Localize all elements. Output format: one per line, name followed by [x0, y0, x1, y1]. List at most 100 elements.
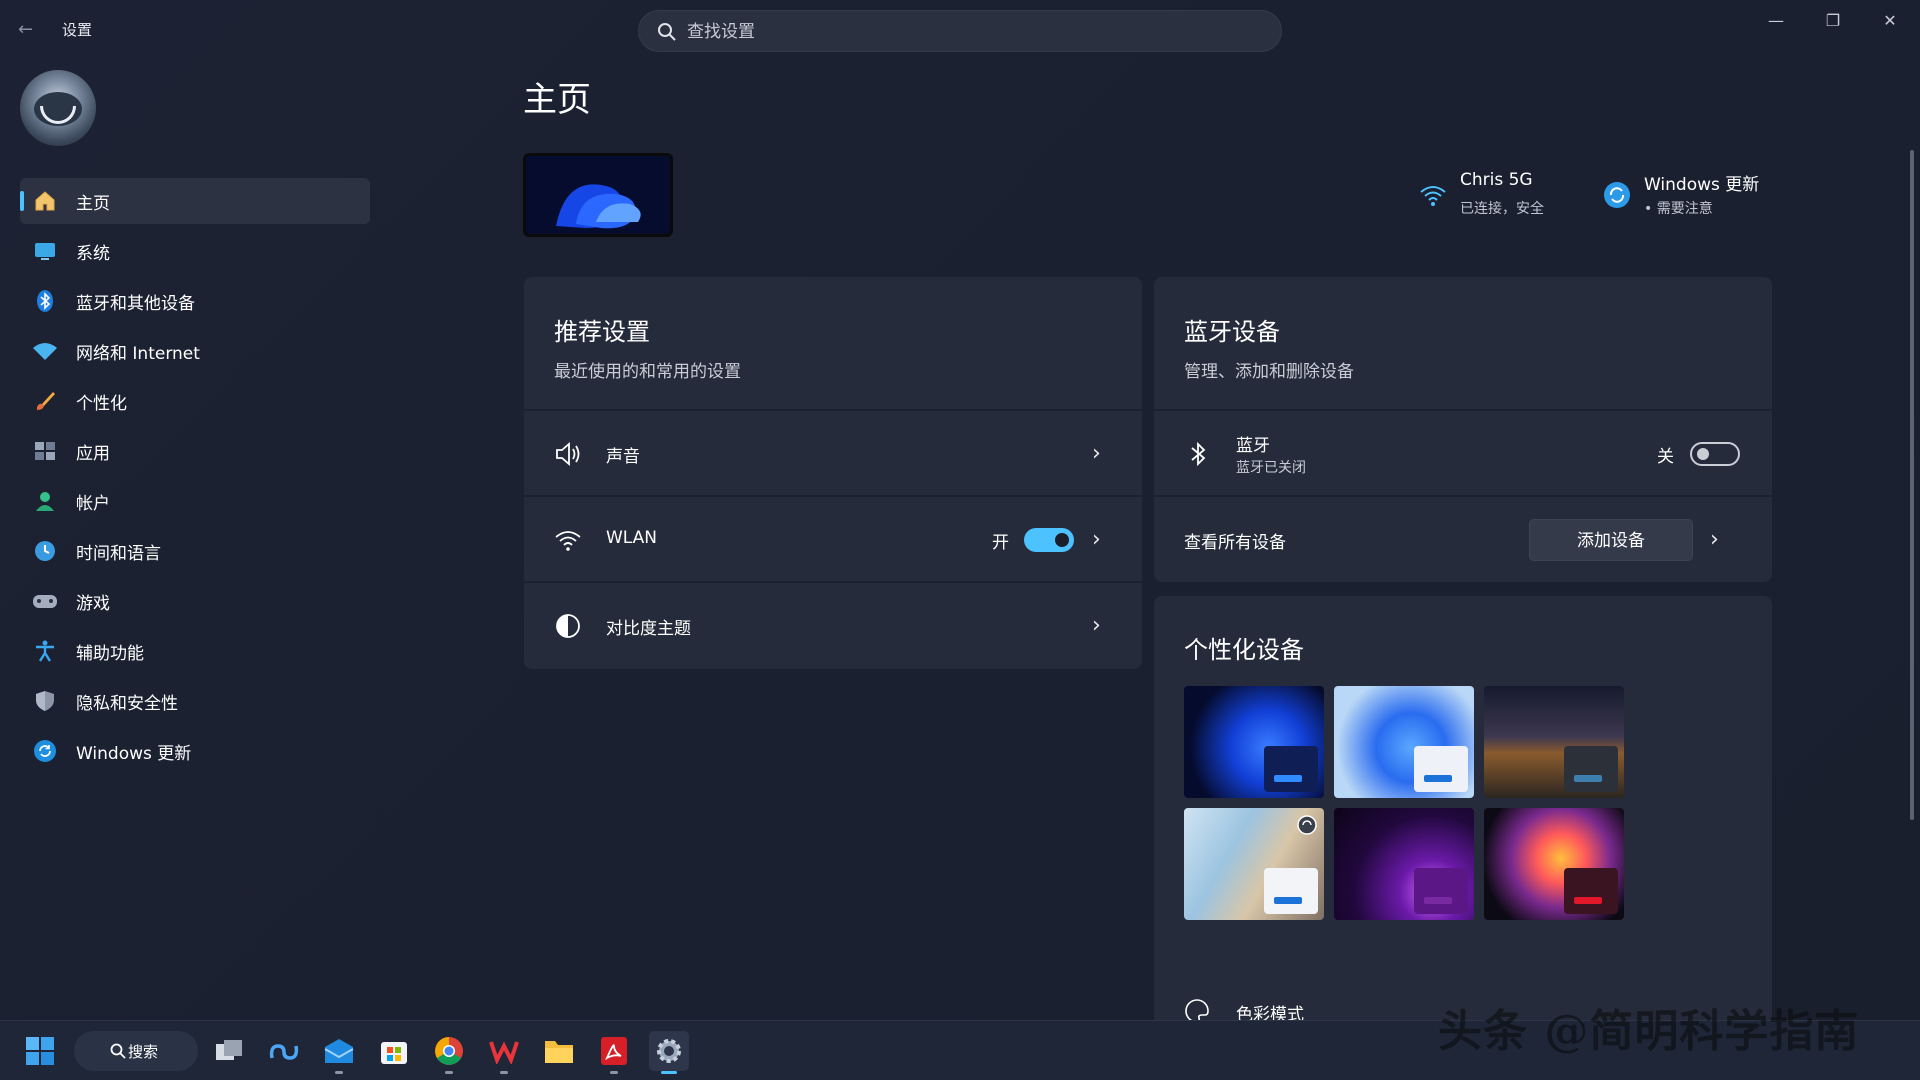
sidebar-item-label: 主页: [76, 193, 110, 214]
copilot-icon: [269, 1044, 299, 1060]
chevron-right-icon[interactable]: ›: [1710, 528, 1730, 552]
theme-light-bloom[interactable]: [1334, 686, 1474, 798]
sidebar-item-bluetooth[interactable]: 蓝牙和其他设备: [20, 278, 370, 324]
close-button[interactable]: ✕: [1870, 8, 1910, 34]
theme-glow[interactable]: [1334, 808, 1474, 920]
row-label: WLAN: [606, 528, 658, 548]
accessibility-icon: [32, 638, 58, 664]
sound-row[interactable]: 声音 ›: [524, 409, 1142, 495]
view-all-devices-link[interactable]: 查看所有设备: [1184, 528, 1286, 553]
mail-icon: [324, 1039, 354, 1063]
sidebar-item-label: Windows 更新: [76, 743, 192, 764]
card-title: 推荐设置: [554, 318, 650, 346]
view-all-devices-row[interactable]: 查看所有设备 添加设备 ›: [1154, 495, 1772, 581]
wifi-network-name: Chris 5G: [1460, 170, 1533, 190]
chrome-icon: [435, 1037, 463, 1065]
app-title: 设置: [62, 21, 93, 39]
theme-preview-window: [1414, 868, 1468, 914]
toggle-knob: [1697, 448, 1709, 460]
bluetooth-row[interactable]: 蓝牙 蓝牙已关闭 关: [1154, 409, 1772, 495]
taskbar-search[interactable]: 搜索: [74, 1031, 198, 1071]
theme-accent-bar: [1274, 775, 1302, 782]
chrome-button[interactable]: [429, 1031, 469, 1074]
sidebar-item-label: 时间和语言: [76, 543, 161, 564]
sidebar-item-accounts[interactable]: 帐户: [20, 478, 370, 524]
task-view-icon: [216, 1040, 242, 1060]
theme-dark-bloom[interactable]: [1184, 686, 1324, 798]
mail-button[interactable]: [319, 1031, 359, 1074]
sidebar-item-accessibility[interactable]: 辅助功能: [20, 628, 370, 674]
sidebar-item-network[interactable]: 网络和 Internet: [20, 328, 370, 374]
wps-icon: [489, 1041, 519, 1064]
add-device-button[interactable]: 添加设备: [1529, 519, 1693, 561]
slideshow-icon: [1297, 815, 1317, 835]
sidebar-item-label: 帐户: [76, 493, 110, 514]
active-indicator: [661, 1071, 677, 1074]
start-button[interactable]: [20, 1031, 60, 1071]
sidebar-item-personalization[interactable]: 个性化: [20, 378, 370, 424]
sidebar-item-label: 系统: [76, 243, 110, 264]
theme-preview-window: [1264, 746, 1318, 792]
card-title: 个性化设备: [1184, 636, 1304, 664]
update-icon: [32, 738, 58, 764]
sidebar-item-privacy[interactable]: 隐私和安全性: [20, 678, 370, 724]
search-input[interactable]: [687, 17, 1247, 47]
back-button[interactable]: ←: [18, 18, 42, 42]
contrast-theme-row[interactable]: 对比度主题 ›: [524, 581, 1142, 667]
theme-night-sky[interactable]: [1484, 686, 1624, 798]
copilot-button[interactable]: [264, 1031, 304, 1071]
theme-accent-bar: [1574, 897, 1602, 904]
card-subtitle: 最近使用的和常用的设置: [554, 362, 741, 382]
sidebar-item-label: 隐私和安全性: [76, 693, 178, 714]
sidebar-item-gaming[interactable]: 游戏: [20, 578, 370, 624]
apps-icon: [32, 438, 58, 464]
theme-preview-window: [1414, 746, 1468, 792]
wlan-toggle-state: 开: [992, 533, 1009, 553]
theme-accent-bar: [1424, 897, 1452, 904]
wifi-status-text: 已连接，安全: [1460, 201, 1544, 217]
gaming-icon: [32, 588, 58, 614]
brush-icon: [32, 388, 58, 414]
wifi-icon: [555, 531, 581, 551]
sidebar-item-label: 蓝牙和其他设备: [76, 293, 195, 314]
acrobat-button[interactable]: [594, 1031, 634, 1074]
search-icon: [110, 1043, 126, 1059]
task-view-button[interactable]: [209, 1031, 249, 1071]
wps-button[interactable]: [484, 1031, 524, 1074]
chevron-right-icon: ›: [1092, 441, 1101, 466]
title-bar: ← 设置 — ❐ ✕: [0, 0, 1920, 58]
bluetooth-toggle[interactable]: [1690, 442, 1740, 466]
running-indicator: [335, 1071, 343, 1074]
update-icon: [1604, 182, 1630, 208]
sidebar-item-system[interactable]: 系统: [20, 228, 370, 274]
sidebar-item-label: 游戏: [76, 593, 110, 614]
minimize-button[interactable]: —: [1756, 8, 1796, 34]
settings-icon: [657, 1039, 681, 1063]
personalize-card: 个性化设备 色彩模式: [1154, 596, 1772, 1026]
wlan-toggle[interactable]: [1024, 528, 1074, 552]
settings-button[interactable]: [649, 1031, 689, 1074]
chevron-right-icon[interactable]: ›: [1092, 528, 1112, 552]
search-box[interactable]: [638, 10, 1282, 52]
chevron-right-icon: ›: [1092, 613, 1101, 638]
bluetooth-icon: [1191, 441, 1206, 467]
current-wallpaper-thumbnail[interactable]: [523, 153, 673, 237]
maximize-button[interactable]: ❐: [1813, 8, 1853, 34]
wlan-row[interactable]: WLAN 开 ›: [524, 495, 1142, 581]
sidebar-item-label: 个性化: [76, 393, 127, 414]
avatar[interactable]: [20, 70, 96, 146]
sidebar-item-time-language[interactable]: 时间和语言: [20, 528, 370, 574]
windows-update-subtitle: • 需要注意: [1644, 201, 1713, 217]
theme-accent-bar: [1274, 897, 1302, 904]
home-icon: [32, 188, 58, 214]
file-explorer-button[interactable]: [539, 1031, 579, 1071]
sidebar-item-windows-update[interactable]: Windows 更新: [20, 728, 370, 774]
search-icon: [658, 23, 676, 41]
theme-flowers[interactable]: [1184, 808, 1324, 920]
scrollbar[interactable]: [1910, 150, 1914, 820]
theme-captured-motion[interactable]: [1484, 808, 1624, 920]
sidebar-item-home[interactable]: 主页: [20, 178, 370, 224]
card-title: 蓝牙设备: [1184, 318, 1280, 346]
sidebar-item-apps[interactable]: 应用: [20, 428, 370, 474]
store-button[interactable]: [374, 1031, 414, 1071]
